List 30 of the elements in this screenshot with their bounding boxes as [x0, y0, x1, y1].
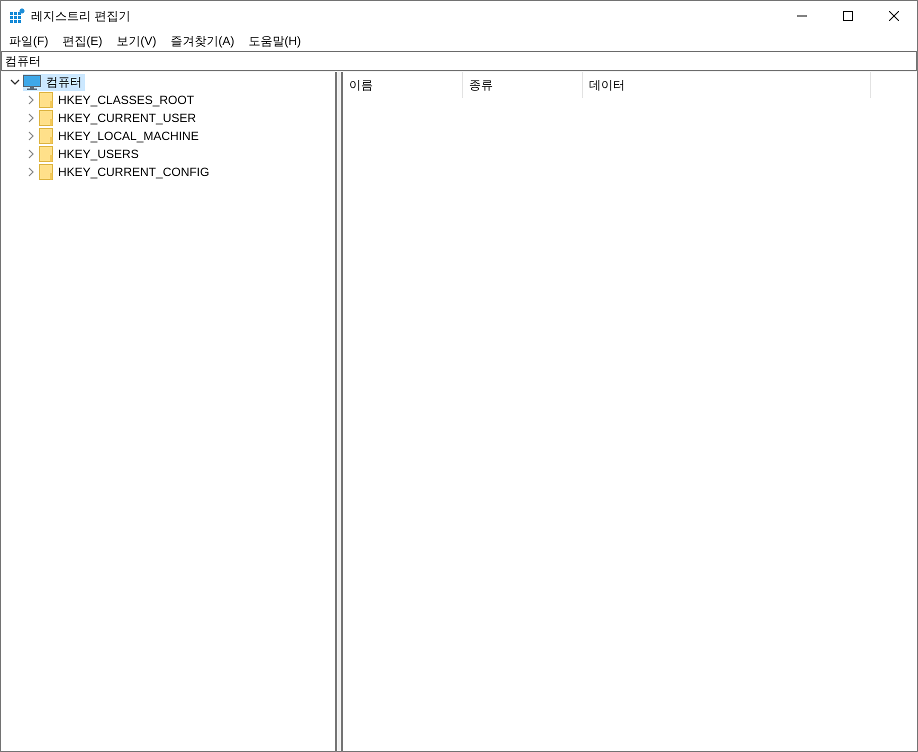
menu-item[interactable]: 즐겨찾기(A): [163, 31, 242, 51]
menu-item[interactable]: 파일(F): [2, 31, 56, 51]
maximize-icon: [843, 11, 853, 21]
menu-item[interactable]: 도움말(H): [241, 31, 308, 51]
column-header[interactable]: 종류: [463, 72, 583, 98]
column-header[interactable]: 이름: [343, 72, 463, 98]
folder-icon: [39, 128, 53, 144]
address-field[interactable]: 컴퓨터: [1, 51, 917, 71]
expand-chevron-icon[interactable]: [26, 95, 36, 105]
menu-item[interactable]: 보기(V): [109, 31, 164, 51]
collapse-chevron-icon[interactable]: [10, 77, 20, 87]
registry-app-icon: [9, 8, 25, 24]
computer-icon: [23, 74, 41, 90]
expand-chevron-icon[interactable]: [26, 167, 36, 177]
expand-chevron-icon[interactable]: [26, 149, 36, 159]
tree-item[interactable]: HKEY_CURRENT_CONFIG: [58, 163, 210, 181]
folder-icon: [39, 110, 53, 126]
folder-icon: [39, 164, 53, 180]
folder-icon: [39, 146, 53, 162]
tree-item[interactable]: HKEY_CLASSES_ROOT: [58, 91, 194, 109]
close-icon: [889, 11, 899, 21]
menu-item[interactable]: 편집(E): [55, 31, 110, 51]
expand-chevron-icon[interactable]: [26, 131, 36, 141]
folder-icon: [39, 92, 53, 108]
tree-item[interactable]: HKEY_USERS: [58, 145, 139, 163]
tree-item[interactable]: HKEY_LOCAL_MACHINE: [58, 127, 199, 145]
tree-item[interactable]: HKEY_CURRENT_USER: [58, 109, 196, 127]
window-title: 레지스트리 편집기: [31, 8, 130, 25]
column-header[interactable]: 데이터: [583, 72, 871, 98]
expand-chevron-icon[interactable]: [26, 113, 36, 123]
